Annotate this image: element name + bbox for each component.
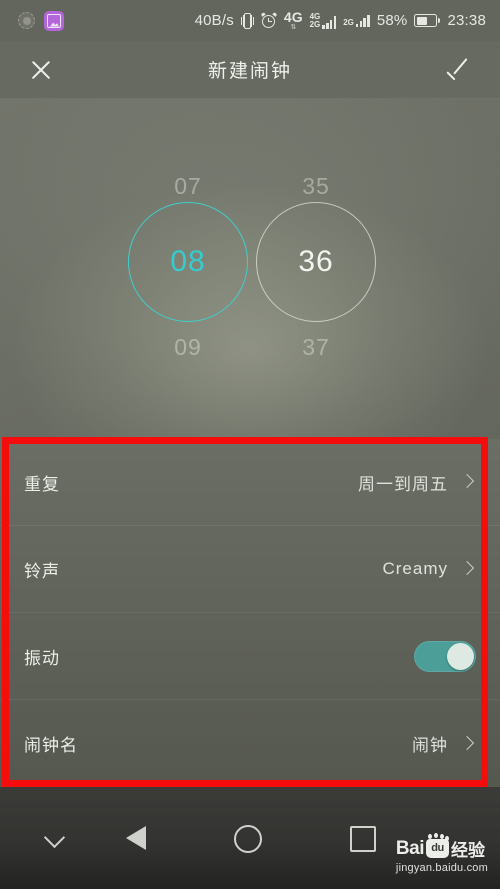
settings-row-ringtone-value: Creamy (382, 559, 448, 578)
settings-list: 重复 周一到周五 铃声 Creamy 振动 闹钟名 闹钟 (0, 439, 500, 787)
close-icon[interactable] (24, 53, 58, 87)
recents-icon[interactable] (350, 826, 376, 852)
sim2-signal-icon: 2G (343, 14, 370, 27)
chevron-right-icon (460, 561, 476, 577)
home-icon[interactable] (234, 825, 262, 853)
battery-percent: 58% (376, 12, 408, 29)
settings-row-alarm-name-label: 闹钟名 (24, 736, 78, 755)
page-title: 新建闹钟 (207, 61, 292, 82)
phone-screen: 40B/s 4G ⇅ 4G 2G 2G 58% 23:38 新建闹钟 07 08… (0, 0, 500, 889)
time-picker[interactable]: 07 08 09 35 36 37 (0, 99, 500, 439)
status-bar-right: 40B/s 4G ⇅ 4G 2G 2G 58% 23:38 (195, 10, 490, 31)
network-type-primary-icon: 4G ⇅ (283, 9, 303, 31)
watermark-suffix: 经验 (451, 841, 485, 860)
alarm-icon (260, 11, 278, 29)
purple-app-icon (44, 10, 64, 31)
settings-row-ringtone-label: 铃声 (24, 561, 60, 581)
sim1-signal-icon: 4G 2G (309, 12, 337, 29)
status-bar: 40B/s 4G ⇅ 4G 2G 2G 58% 23:38 (0, 0, 500, 41)
vibrate-toggle[interactable] (414, 640, 476, 672)
settings-row-repeat[interactable]: 重复 周一到周五 (0, 439, 500, 526)
sim1-label-bottom: 2G (309, 19, 321, 29)
check-icon[interactable] (442, 53, 476, 87)
settings-row-alarm-name[interactable]: 闹钟名 闹钟 (0, 700, 500, 787)
sim2-label: 2G (343, 18, 354, 27)
watermark-url: jingyan.baidu.com (395, 862, 488, 874)
settings-row-repeat-value: 周一到周五 (358, 474, 448, 494)
status-bar-clock: 23:38 (447, 12, 486, 29)
watermark-brand: Bai (395, 837, 425, 859)
status-bar-left (10, 10, 64, 31)
dashed-circle-icon (18, 12, 35, 29)
minute-next-value[interactable]: 37 (216, 334, 416, 361)
vibrate-icon (240, 12, 254, 30)
settings-row-ringtone[interactable]: 铃声 Creamy (0, 526, 500, 613)
baidu-paw-icon: du (426, 834, 449, 858)
settings-row-repeat-label: 重复 (24, 474, 60, 494)
minute-wheel[interactable]: 35 36 37 (216, 99, 416, 439)
chevron-right-icon (460, 736, 476, 752)
baidu-watermark: Bai du 经验 jingyan.baidu.com (395, 834, 488, 874)
vibrate-toggle-knob (447, 642, 474, 670)
settings-row-vibrate-label: 振动 (24, 648, 60, 668)
back-icon[interactable] (124, 825, 150, 851)
chevron-down-icon[interactable] (42, 825, 68, 851)
settings-row-alarm-name-value: 闹钟 (412, 736, 448, 755)
minute-prev-value[interactable]: 35 (216, 173, 416, 200)
network-type-primary-label: 4G (283, 9, 303, 25)
network-speed: 40B/s (194, 12, 234, 29)
watermark-paw-text: du (431, 842, 444, 854)
settings-row-vibrate[interactable]: 振动 (0, 613, 500, 700)
app-bar: 新建闹钟 (0, 41, 500, 99)
chevron-right-icon (460, 474, 476, 490)
battery-icon (414, 14, 441, 27)
minute-selected-value[interactable]: 36 (256, 202, 376, 322)
